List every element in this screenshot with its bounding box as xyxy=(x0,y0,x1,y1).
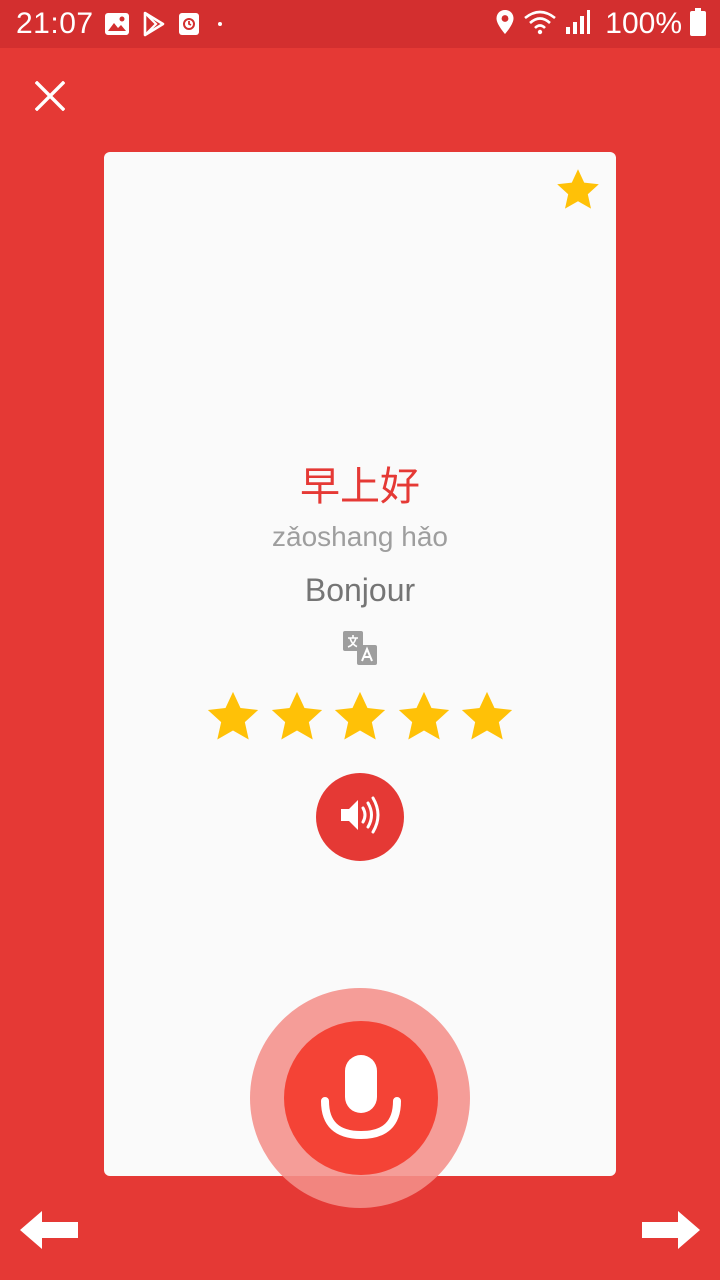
play-store-icon xyxy=(142,11,166,37)
status-notification-icons xyxy=(104,10,222,38)
notification-dot xyxy=(218,22,222,26)
rating-star-icon xyxy=(398,691,449,740)
star-icon xyxy=(554,169,602,218)
rating-star-icon xyxy=(461,691,513,740)
word-pinyin: zǎoshang hǎo xyxy=(272,521,448,552)
screen-recorder-icon xyxy=(178,12,200,36)
rating-star-icon xyxy=(207,691,259,740)
microphone-icon xyxy=(316,1051,406,1146)
status-system-icons: 100% xyxy=(495,7,706,41)
status-time: 21:07 xyxy=(16,7,94,40)
location-icon xyxy=(495,9,515,40)
play-audio-button[interactable] xyxy=(316,773,404,861)
rating-star-icon xyxy=(271,691,322,740)
speaker-icon xyxy=(338,795,382,840)
previous-card-button[interactable] xyxy=(18,1208,80,1252)
word-hanzi: 早上好 xyxy=(300,464,420,510)
rating-stars xyxy=(204,688,516,746)
close-button[interactable] xyxy=(26,74,74,122)
word-translation: Bonjour xyxy=(304,572,416,608)
record-button[interactable] xyxy=(284,1021,438,1175)
battery-icon xyxy=(690,7,706,41)
translate-button[interactable] xyxy=(342,630,378,666)
status-bar: 21:07 100% xyxy=(0,0,720,48)
battery-percent: 100% xyxy=(605,7,682,40)
arrow-right-icon xyxy=(640,1211,702,1256)
signal-icon xyxy=(565,9,591,40)
rating-star-icon xyxy=(334,691,386,740)
close-icon xyxy=(34,80,66,116)
translate-icon xyxy=(342,631,378,670)
arrow-left-icon xyxy=(18,1211,80,1256)
favorite-button[interactable] xyxy=(554,166,602,214)
wifi-icon xyxy=(523,9,557,40)
next-card-button[interactable] xyxy=(640,1208,702,1252)
gallery-icon xyxy=(104,12,130,36)
